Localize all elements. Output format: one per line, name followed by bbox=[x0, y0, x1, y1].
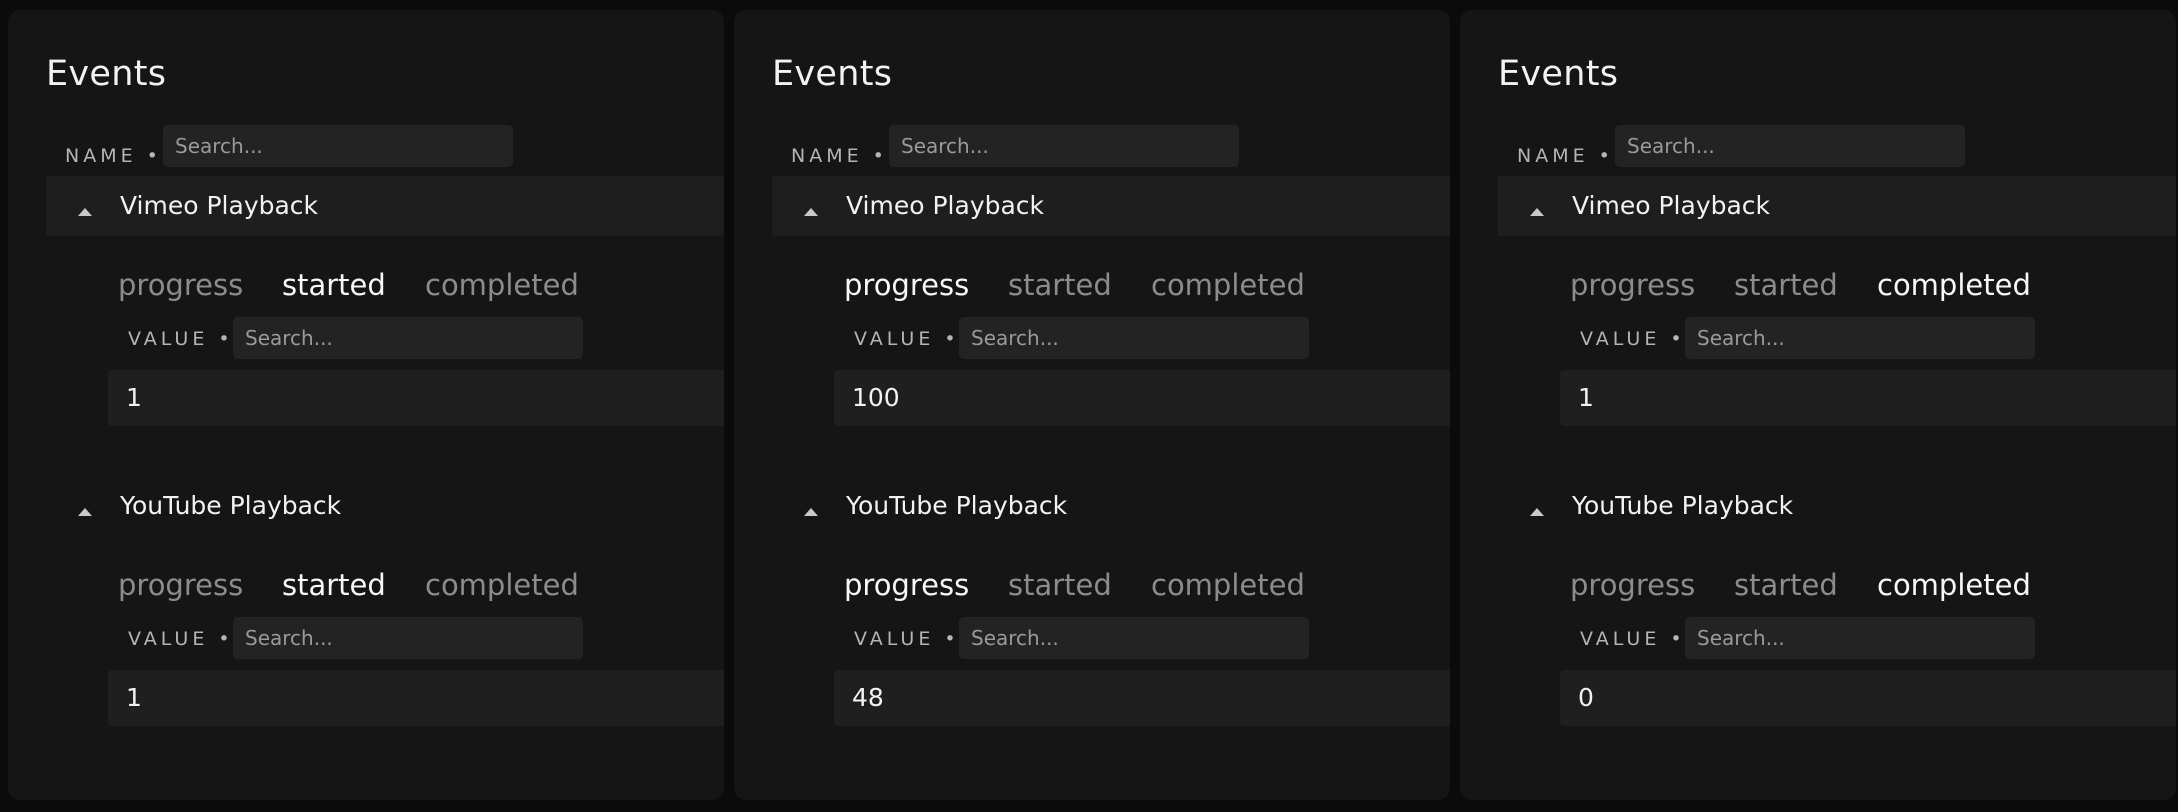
tab-progress[interactable]: progress bbox=[844, 568, 969, 602]
events-panel: Events NAME • Vimeo Playback progress starte… bbox=[8, 10, 724, 800]
tab-started[interactable]: started bbox=[1008, 268, 1112, 302]
tab-progress[interactable]: progress bbox=[1570, 268, 1695, 302]
events-panel: Events NAME • Vimeo Playback progress starte… bbox=[734, 10, 1450, 800]
value-text: 1 bbox=[126, 383, 142, 412]
value-filter-label: VALUE • bbox=[128, 628, 234, 650]
name-search-input[interactable] bbox=[163, 125, 513, 167]
tab-completed[interactable]: completed bbox=[1877, 568, 2031, 602]
tab-progress[interactable]: progress bbox=[118, 268, 243, 302]
tab-progress[interactable]: progress bbox=[844, 268, 969, 302]
panel-title: Events bbox=[1498, 54, 1619, 94]
caret-up-icon[interactable] bbox=[804, 508, 818, 516]
events-panel: Events NAME • Vimeo Playback progress starte… bbox=[1460, 10, 2176, 800]
tab-completed[interactable]: completed bbox=[1151, 268, 1305, 302]
value-search-input[interactable] bbox=[233, 617, 583, 659]
group-name[interactable]: Vimeo Playback bbox=[1572, 191, 1770, 220]
value-text: 1 bbox=[1578, 383, 1594, 412]
name-search-input[interactable] bbox=[889, 125, 1239, 167]
value-filter-label: VALUE • bbox=[854, 328, 960, 350]
value-text: 100 bbox=[852, 383, 900, 412]
group-name[interactable]: Vimeo Playback bbox=[846, 191, 1044, 220]
name-filter-label: NAME • bbox=[791, 145, 888, 167]
tab-progress[interactable]: progress bbox=[118, 568, 243, 602]
group-name[interactable]: Vimeo Playback bbox=[120, 191, 318, 220]
value-text: 0 bbox=[1578, 683, 1594, 712]
value-search-input[interactable] bbox=[959, 617, 1309, 659]
value-filter-label: VALUE • bbox=[854, 628, 960, 650]
value-row[interactable]: 1 bbox=[1560, 370, 2176, 426]
group-name[interactable]: YouTube Playback bbox=[846, 491, 1067, 520]
panel-title: Events bbox=[46, 54, 167, 94]
value-row[interactable]: 1 bbox=[108, 670, 724, 726]
tab-completed[interactable]: completed bbox=[1151, 568, 1305, 602]
value-filter-label: VALUE • bbox=[1580, 328, 1686, 350]
name-filter-label: NAME • bbox=[65, 145, 162, 167]
caret-up-icon[interactable] bbox=[1530, 208, 1544, 216]
value-row[interactable]: 48 bbox=[834, 670, 1450, 726]
value-row[interactable]: 1 bbox=[108, 370, 724, 426]
tab-completed[interactable]: completed bbox=[1877, 268, 2031, 302]
group-name[interactable]: YouTube Playback bbox=[1572, 491, 1793, 520]
value-row[interactable]: 0 bbox=[1560, 670, 2176, 726]
tab-started[interactable]: started bbox=[1734, 568, 1838, 602]
value-text: 48 bbox=[852, 683, 884, 712]
caret-up-icon[interactable] bbox=[804, 208, 818, 216]
caret-up-icon[interactable] bbox=[1530, 508, 1544, 516]
tab-started[interactable]: started bbox=[282, 268, 386, 302]
value-filter-label: VALUE • bbox=[128, 328, 234, 350]
value-search-input[interactable] bbox=[1685, 317, 2035, 359]
value-search-input[interactable] bbox=[959, 317, 1309, 359]
value-search-input[interactable] bbox=[233, 317, 583, 359]
tab-started[interactable]: started bbox=[282, 568, 386, 602]
caret-up-icon[interactable] bbox=[78, 208, 92, 216]
value-text: 1 bbox=[126, 683, 142, 712]
panel-title: Events bbox=[772, 54, 893, 94]
tab-completed[interactable]: completed bbox=[425, 568, 579, 602]
value-search-input[interactable] bbox=[1685, 617, 2035, 659]
caret-up-icon[interactable] bbox=[78, 508, 92, 516]
name-search-input[interactable] bbox=[1615, 125, 1965, 167]
value-filter-label: VALUE • bbox=[1580, 628, 1686, 650]
tab-completed[interactable]: completed bbox=[425, 268, 579, 302]
group-name[interactable]: YouTube Playback bbox=[120, 491, 341, 520]
tab-progress[interactable]: progress bbox=[1570, 568, 1695, 602]
value-row[interactable]: 100 bbox=[834, 370, 1450, 426]
name-filter-label: NAME • bbox=[1517, 145, 1614, 167]
tab-started[interactable]: started bbox=[1008, 568, 1112, 602]
tab-started[interactable]: started bbox=[1734, 268, 1838, 302]
